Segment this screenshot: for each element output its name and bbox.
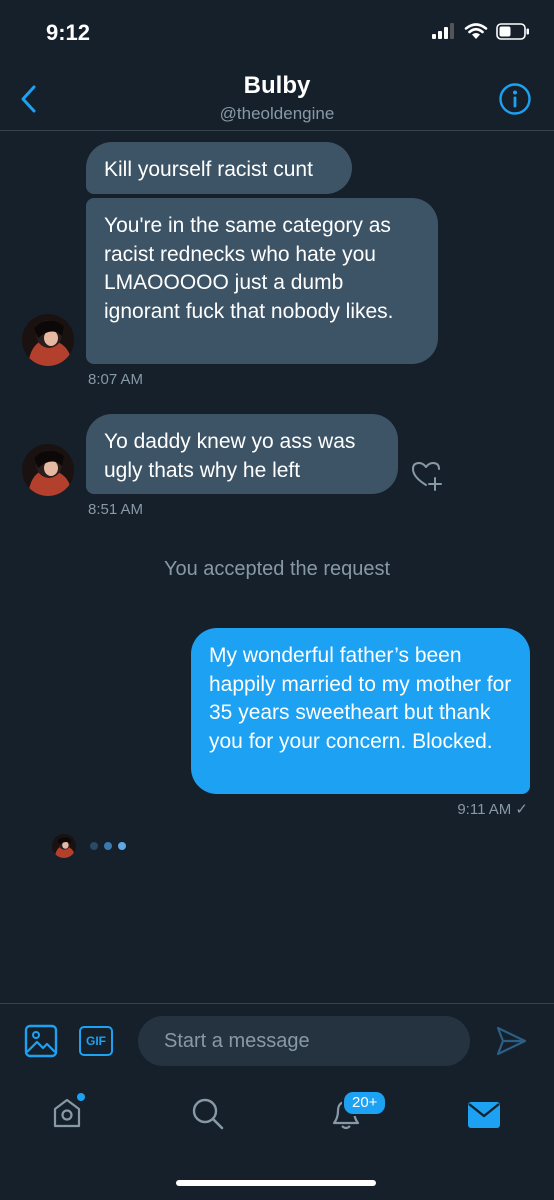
conversation-name[interactable]: Bulby <box>0 72 554 100</box>
avatar-image <box>52 834 76 858</box>
typing-dots-icon <box>90 842 126 850</box>
incoming-message-bubble[interactable]: Yo daddy knew yo ass was ugly thats why … <box>86 414 398 494</box>
status-time: 9:12 <box>46 20 91 45</box>
heart-plus-icon <box>412 462 442 491</box>
message-composer: GIF <box>0 1003 554 1081</box>
avatar-image <box>22 314 74 366</box>
typing-avatar <box>52 834 76 858</box>
signal-icon <box>432 23 454 39</box>
gif-button[interactable]: GIF <box>79 1026 113 1056</box>
message-input[interactable] <box>138 1016 470 1066</box>
battery-icon <box>496 22 529 40</box>
home-indicator[interactable] <box>176 1180 376 1186</box>
send-icon <box>496 1026 527 1056</box>
media-button[interactable] <box>24 1024 58 1063</box>
tab-search[interactable] <box>190 1096 226 1137</box>
message-text: My wonderful father’s been happily marri… <box>209 644 512 753</box>
message-text: You're in the same category as racist re… <box>104 214 394 323</box>
tab-messages[interactable] <box>466 1100 502 1135</box>
home-icon <box>53 1093 85 1128</box>
image-icon <box>24 1024 58 1058</box>
conversation-handle: @theoldengine <box>219 104 335 123</box>
notifications-badge: 20+ <box>342 1090 388 1116</box>
wifi-icon <box>464 23 488 39</box>
incoming-message-bubble[interactable]: You're in the same category as racist re… <box>86 198 438 364</box>
search-icon <box>192 1098 224 1130</box>
tab-home[interactable] <box>50 1092 90 1137</box>
incoming-message-bubble[interactable]: Kill yourself racist cunt <box>86 142 352 194</box>
message-timestamp: 8:07 AM <box>88 371 144 388</box>
outgoing-message-bubble[interactable]: My wonderful father’s been happily marri… <box>191 628 530 794</box>
typing-indicator <box>88 839 132 857</box>
gif-label: GIF <box>86 1034 106 1048</box>
like-message-button[interactable] <box>410 458 444 497</box>
info-button[interactable] <box>498 82 532 116</box>
send-button[interactable] <box>494 1024 528 1063</box>
message-text: Yo daddy knew yo ass was ugly thats why … <box>104 430 356 482</box>
sender-avatar[interactable] <box>22 444 74 496</box>
avatar-image <box>22 444 74 496</box>
mail-icon <box>468 1102 500 1128</box>
status-icons <box>432 22 530 40</box>
message-timestamp: 9:11 AM ✓ <box>457 801 528 818</box>
conversation-header: Bulby @theoldengine <box>0 60 554 131</box>
system-message: You accepted the request <box>163 558 391 580</box>
sender-avatar[interactable] <box>22 314 74 366</box>
message-timestamp: 8:51 AM <box>88 501 144 518</box>
info-icon <box>499 83 531 115</box>
message-text: Kill yourself racist cunt <box>104 158 313 181</box>
